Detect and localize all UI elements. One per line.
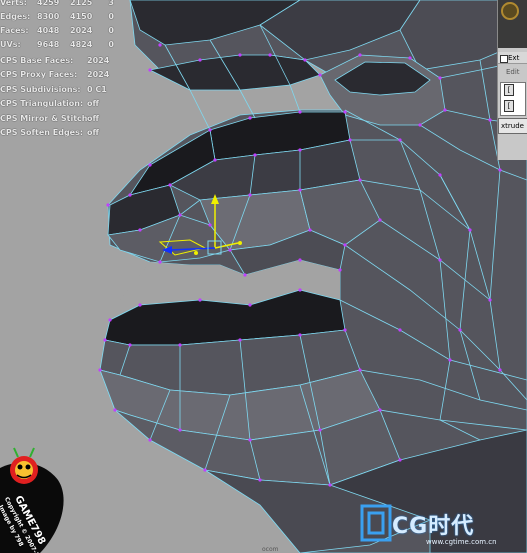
extrude-tool-panel: Ext Edit [ [ xtrude (497, 0, 527, 160)
cps-row-triangulation: CPS Triangulation: off (0, 99, 130, 109)
stat-value: 0 (108, 40, 114, 49)
cps-value: off (87, 128, 99, 137)
cps-value: 2024 (87, 56, 110, 65)
stat-value: 0 (108, 26, 114, 35)
bottom-label: ocom (262, 546, 279, 553)
cps-label: CPS Base Faces: (0, 56, 74, 65)
stat-value: 2024 (70, 26, 93, 35)
stat-label: Faces: (0, 26, 29, 35)
stat-value: 4048 (37, 26, 60, 35)
cps-value: off (87, 99, 99, 108)
cps-value: 2024 (87, 70, 110, 79)
gear-icon[interactable] (501, 2, 519, 20)
stat-value: 0 (108, 12, 114, 21)
stat-value: 4150 (70, 12, 93, 21)
extrude-button[interactable]: xtrude (498, 118, 527, 134)
cps-label: CPS Triangulation: (0, 99, 84, 108)
modeling-viewport[interactable]: Verts: 4259 2125 3 Edges: 8300 4150 0 Fa… (0, 0, 527, 553)
cps-row-mirror-stitch: CPS Mirror & Stitch: off (0, 114, 130, 124)
stat-value: 4259 (37, 0, 60, 7)
stat-label: UVs: (0, 40, 21, 49)
game798-logo: GAME798 Copyright © 2007-2 Image by 798 (0, 440, 80, 553)
cps-value: off (87, 114, 99, 123)
cps-row-proxy-faces: CPS Proxy Faces: 2024 (0, 70, 130, 80)
cps-label: CPS Proxy Faces: (0, 70, 78, 79)
cps-row-base-faces: CPS Base Faces: 2024 (0, 56, 130, 66)
watermark-url: www.cgtime.com.cn (426, 538, 497, 546)
stat-value: 2125 (70, 0, 93, 7)
cgtime-watermark: CG时代 www.cgtime.com.cn (358, 498, 527, 553)
cps-label: CPS Soften Edges: (0, 128, 84, 137)
cgtime-logo-icon (360, 504, 392, 542)
cps-row-subdivisions: CPS Subdivisions: 0 C1 (0, 85, 130, 95)
panel-title: Ext (508, 54, 520, 62)
cps-label: CPS Mirror & Stitch: (0, 114, 91, 123)
watermark-text: CG时代 (392, 514, 475, 539)
cps-value: 0 C1 (87, 85, 107, 94)
stat-label: Verts: (0, 0, 27, 7)
cps-row-soften-edges: CPS Soften Edges: off (0, 128, 130, 138)
cps-label: CPS Subdivisions: (0, 85, 81, 94)
menu-edit[interactable]: Edit (498, 66, 527, 78)
panel-title-bar[interactable]: Ext (498, 52, 527, 64)
stat-value: 8300 (37, 12, 60, 21)
option-button[interactable]: [ (504, 100, 514, 112)
panel-header (498, 0, 527, 48)
option-button[interactable]: [ (504, 84, 514, 96)
window-icon (500, 55, 508, 63)
stat-value: 4824 (70, 40, 93, 49)
stat-value: 9648 (37, 40, 60, 49)
stat-value: 3 (108, 0, 114, 7)
stat-label: Edges: (0, 12, 31, 21)
